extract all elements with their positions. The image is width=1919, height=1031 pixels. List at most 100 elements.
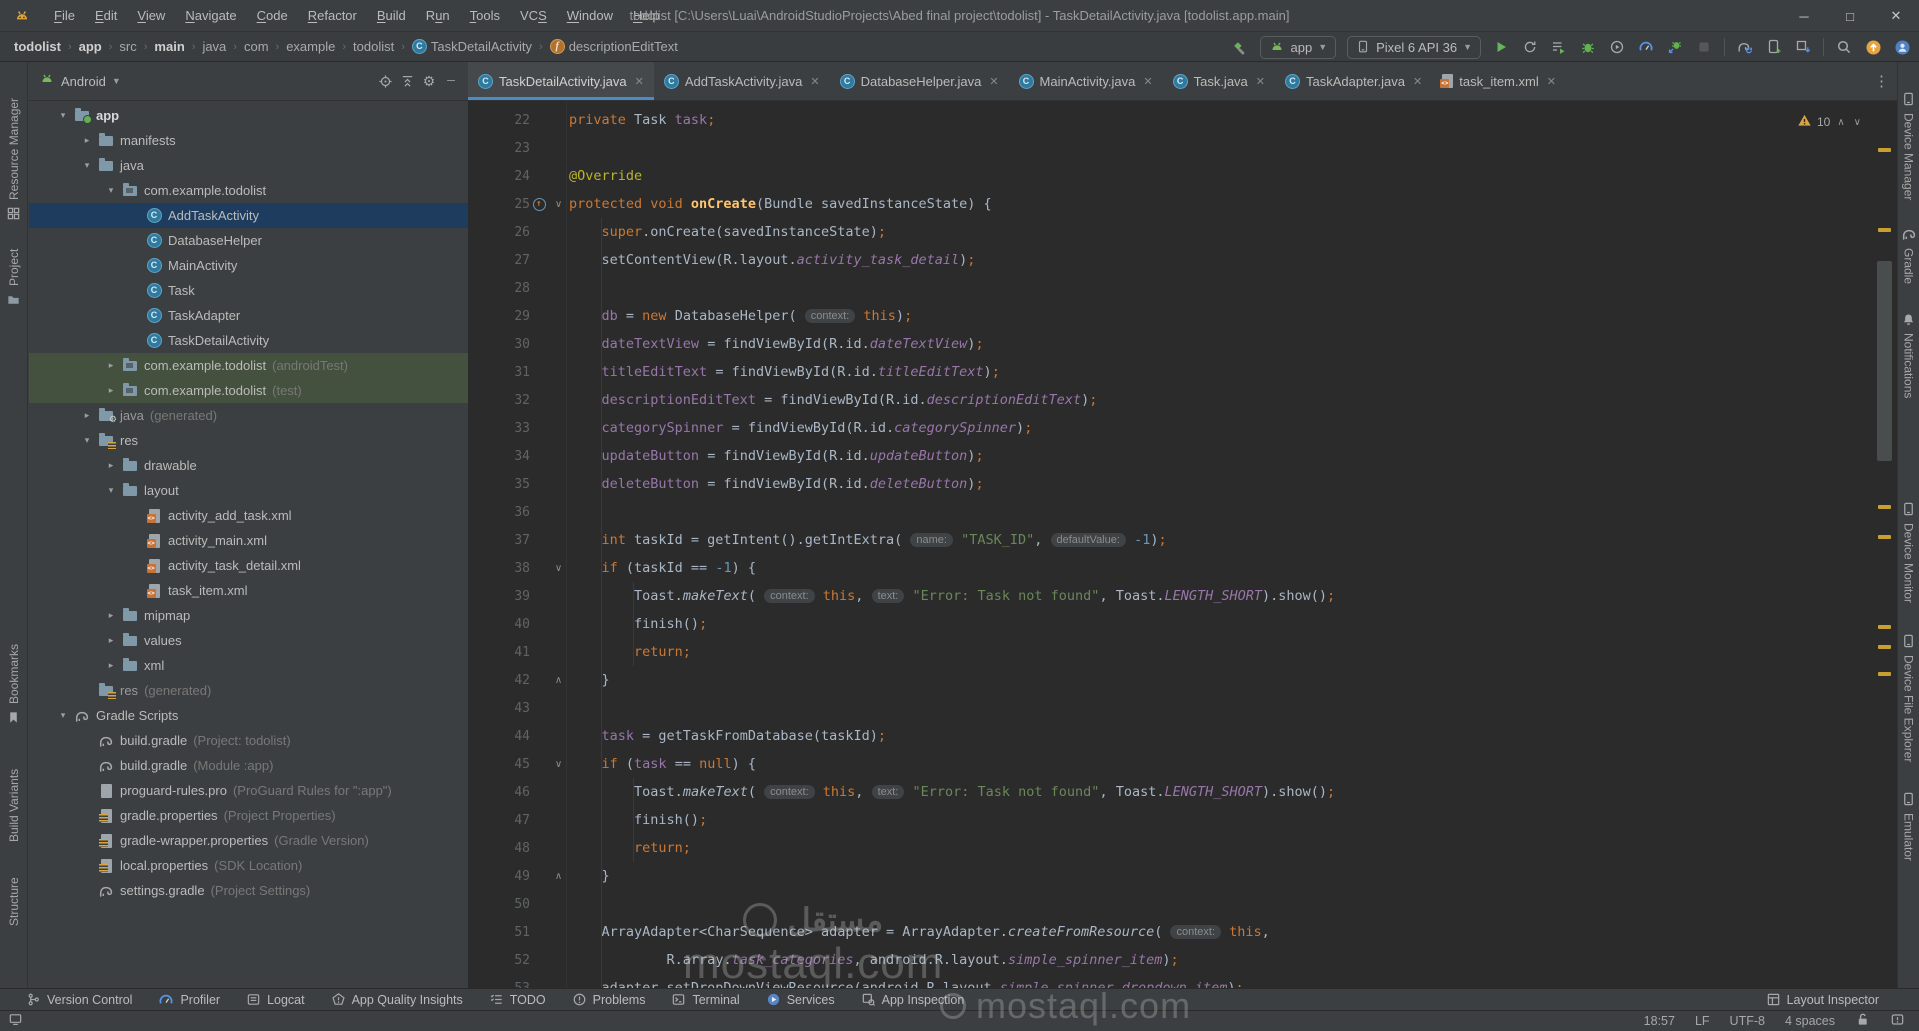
code-line-40[interactable]: 40 finish(); [468, 610, 1897, 638]
warning-stripe-mark[interactable] [1878, 505, 1891, 509]
tree-item-build.gradle[interactable]: build.gradle (Project: todolist) [29, 728, 468, 753]
close-icon[interactable]: ✕ [1143, 75, 1152, 88]
debug-button[interactable] [1579, 38, 1597, 56]
status-line-separator-indicator[interactable]: LF [1695, 1014, 1710, 1028]
tree-item-TaskAdapter[interactable]: C TaskAdapter [29, 303, 468, 328]
hide-button[interactable]: ─ [440, 70, 462, 92]
breadcrumb-descriptionEditText[interactable]: f descriptionEditText [549, 39, 678, 54]
tree-item-java[interactable]: ▸ java (generated) [29, 403, 468, 428]
code-line-45[interactable]: 45 ∨ if (task == null) { [468, 750, 1897, 778]
gauge-button[interactable] [1637, 38, 1655, 56]
tree-item-Task[interactable]: C Task [29, 278, 468, 303]
inspections-widget[interactable]: 10 ∧ ∨ [1792, 111, 1867, 133]
breadcrumb-main[interactable]: main [154, 39, 184, 54]
code-line-27[interactable]: 27 setContentView(R.layout.activity_task… [468, 246, 1897, 274]
code-line-41[interactable]: 41 return; [468, 638, 1897, 666]
close-icon[interactable]: ✕ [810, 75, 819, 88]
close-button[interactable]: ✕ [1873, 0, 1919, 32]
menu-code[interactable]: Code [247, 0, 298, 32]
fold-marker-icon[interactable]: ∨ [548, 759, 569, 770]
profiler-run-button[interactable] [1608, 38, 1626, 56]
menu-window[interactable]: Window [557, 0, 623, 32]
chevron-right-icon[interactable]: ▸ [105, 460, 117, 471]
chevron-down-icon[interactable]: ∨ [1852, 117, 1863, 128]
chevron-down-icon[interactable]: ▾ [105, 485, 117, 496]
tool-stripe-bookmarks[interactable]: Bookmarks [0, 642, 27, 725]
tree-item-AddTaskActivity[interactable]: C AddTaskActivity [29, 203, 468, 228]
code-line-53[interactable]: 53 adapter.setDropDownViewResource(andro… [468, 974, 1897, 988]
tool-window-button-logcat[interactable]: Logcat [246, 992, 305, 1007]
tool-stripe-emulator[interactable]: Emulator [1898, 792, 1919, 875]
tool-stripe-gradle[interactable]: Gradle [1898, 226, 1919, 294]
status-encoding-indicator[interactable]: UTF-8 [1730, 1014, 1765, 1028]
fold-marker-icon[interactable]: ∨ [548, 563, 569, 574]
search-button[interactable] [1835, 38, 1853, 56]
tool-window-button-services[interactable]: Services [766, 992, 835, 1007]
tab-AddTaskActivity.java[interactable]: C AddTaskActivity.java ✕ [654, 62, 830, 100]
breadcrumb-todolist[interactable]: todolist [14, 39, 61, 54]
tab-task_item.xml[interactable]: task_item.xml ✕ [1432, 62, 1566, 100]
chevron-right-icon[interactable]: ▸ [81, 410, 93, 421]
tree-item-GradleScripts[interactable]: ▾ Gradle Scripts [29, 703, 468, 728]
menu-view[interactable]: View [127, 0, 175, 32]
code-line-46[interactable]: 46 Toast.makeText( context: this, text: … [468, 778, 1897, 806]
tool-window-button-profiler[interactable]: Profiler [158, 992, 220, 1008]
breadcrumb-com[interactable]: com [244, 39, 269, 54]
warning-stripe-mark[interactable] [1878, 625, 1891, 629]
chevron-down-icon[interactable]: ▾ [81, 160, 93, 171]
editor-scrollbar[interactable] [1874, 101, 1897, 988]
tool-stripe-device-monitor[interactable]: Device Monitor [1898, 502, 1919, 621]
code-line-22[interactable]: 22 private Task task; [468, 106, 1897, 134]
maximize-button[interactable]: □ [1827, 0, 1873, 32]
code-line-52[interactable]: 52 R.array.task_categories, android.R.la… [468, 946, 1897, 974]
chevron-down-icon[interactable]: ▾ [57, 110, 69, 121]
tree-item-gradle-wrapper.properties[interactable]: gradle-wrapper.properties (Gradle Version… [29, 828, 468, 853]
play-button[interactable] [1492, 38, 1510, 56]
tree-item-MainActivity[interactable]: C MainActivity [29, 253, 468, 278]
tree-item-proguard-rules.pro[interactable]: proguard-rules.pro (ProGuard Rules for ":… [29, 778, 468, 803]
unlock-icon[interactable] [1855, 1012, 1870, 1030]
tree-item-settings.gradle[interactable]: settings.gradle (Project Settings) [29, 878, 468, 903]
gear-button[interactable]: ⚙ [418, 70, 440, 92]
code-line-23[interactable]: 23 [468, 134, 1897, 162]
breadcrumb-TaskDetailActivity[interactable]: C TaskDetailActivity [411, 39, 532, 54]
menu-file[interactable]: File [44, 0, 85, 32]
code-line-44[interactable]: 44 task = getTaskFromDatabase(taskId); [468, 722, 1897, 750]
hammer-button[interactable] [1231, 38, 1249, 56]
tool-stripe-device-manager[interactable]: Device Manager [1898, 92, 1919, 213]
tool-stripe-project[interactable]: Project [0, 236, 27, 307]
minimize-button[interactable]: ─ [1781, 0, 1827, 32]
tool-window-button-terminal[interactable]: Terminal [671, 992, 740, 1007]
close-icon[interactable]: ✕ [635, 75, 644, 88]
code-line-38[interactable]: 38 ∨ if (taskId == -1) { [468, 554, 1897, 582]
close-icon[interactable]: ✕ [1413, 75, 1422, 88]
code-line-28[interactable]: 28 [468, 274, 1897, 302]
tree-item-drawable[interactable]: ▸ drawable [29, 453, 468, 478]
tree-item-gradle.properties[interactable]: gradle.properties (Project Properties) [29, 803, 468, 828]
rerun-button[interactable] [1521, 38, 1539, 56]
more-vert-icon[interactable]: ⋮ [1866, 72, 1897, 90]
tool-stripe-build-variants[interactable]: Build Variants [0, 750, 27, 842]
phone-add-button[interactable] [1765, 38, 1783, 56]
tree-item-com.example.todolist[interactable]: ▾ com.example.todolist [29, 178, 468, 203]
tool-window-button-problems[interactable]: Problems [572, 992, 645, 1007]
menu-vcs[interactable]: VCS [510, 0, 557, 32]
toggle-tool-stripes-button[interactable] [8, 1012, 23, 1030]
event-icon[interactable] [1890, 1012, 1905, 1030]
code-line-30[interactable]: 30 dateTextView = findViewById(R.id.date… [468, 330, 1897, 358]
close-icon[interactable]: ✕ [1256, 75, 1265, 88]
tree-item-app[interactable]: ▾ app [29, 103, 468, 128]
tab-MainActivity.java[interactable]: C MainActivity.java ✕ [1009, 62, 1163, 100]
code-line-37[interactable]: 37 int taskId = getIntent().getIntExtra(… [468, 526, 1897, 554]
tool-stripe-notifications[interactable]: Notifications [1898, 312, 1919, 425]
code-line-43[interactable]: 43 [468, 694, 1897, 722]
chevron-right-icon[interactable]: ▸ [105, 660, 117, 671]
chevron-right-icon[interactable]: ▸ [81, 135, 93, 146]
code-line-35[interactable]: 35 deleteButton = findViewById(R.id.dele… [468, 470, 1897, 498]
code-line-31[interactable]: 31 titleEditText = findViewById(R.id.tit… [468, 358, 1897, 386]
code-line-49[interactable]: 49 ∧ } [468, 862, 1897, 890]
breadcrumb-app[interactable]: app [79, 39, 102, 54]
tree-item-mipmap[interactable]: ▸ mipmap [29, 603, 468, 628]
tree-item-java[interactable]: ▾ java [29, 153, 468, 178]
tree-item-DatabaseHelper[interactable]: C DatabaseHelper [29, 228, 468, 253]
